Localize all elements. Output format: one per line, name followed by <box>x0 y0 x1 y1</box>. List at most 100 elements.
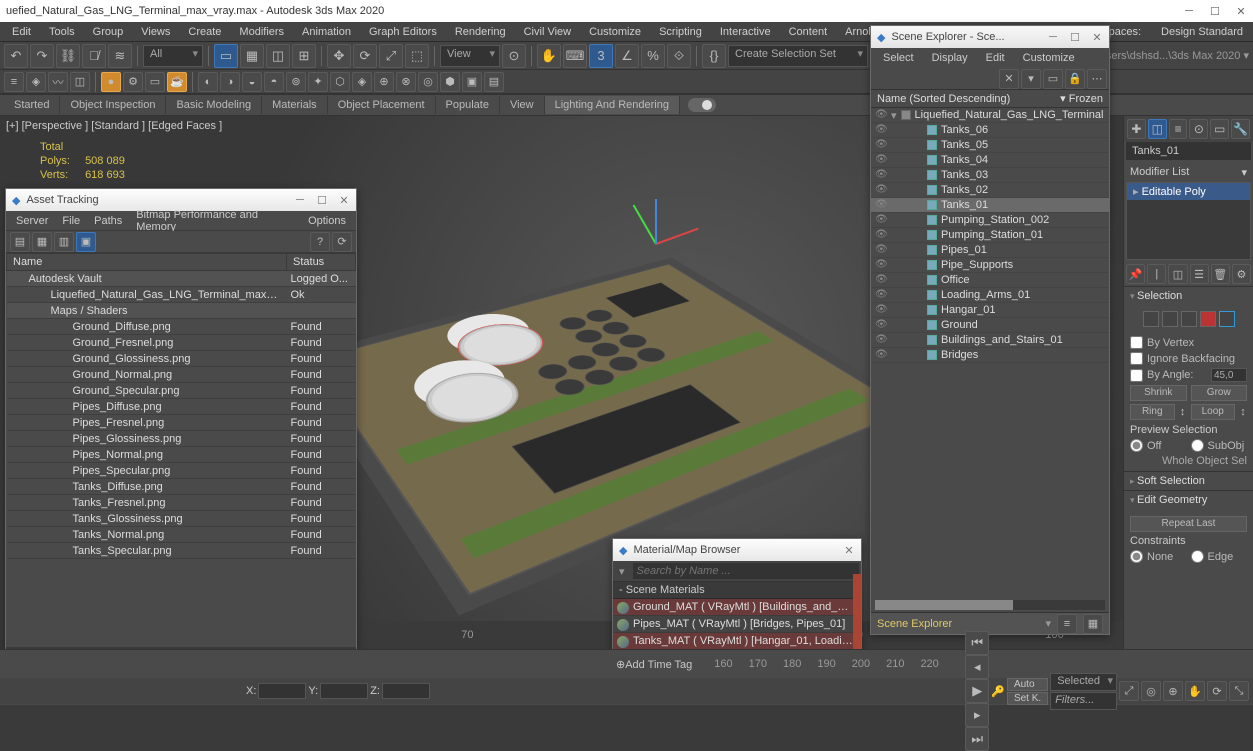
selection-filter-all[interactable]: All <box>143 45 203 67</box>
undo-button[interactable]: ↶ <box>4 44 28 68</box>
visibility-icon[interactable]: 👁 <box>875 349 887 361</box>
render-frame-button[interactable]: ▭ <box>145 72 165 92</box>
menu-content[interactable]: Content <box>781 24 836 40</box>
coord-y-field[interactable] <box>320 683 368 699</box>
scene-node[interactable]: 👁Tanks_02 <box>871 183 1109 198</box>
se-filter-lock-icon[interactable]: 🔒 <box>1065 69 1085 89</box>
tb-icon-c[interactable]: ◒ <box>242 72 262 92</box>
asset-table[interactable]: Name Status Autodesk VaultLogged O...Liq… <box>6 253 356 647</box>
rb-none[interactable] <box>1130 550 1143 563</box>
se-menu-select[interactable]: Select <box>875 50 922 66</box>
menu-create[interactable]: Create <box>180 24 229 40</box>
play-button[interactable]: ▶ <box>965 679 989 703</box>
workspace-dropdown[interactable]: Design Standard <box>1155 24 1249 40</box>
se-tree[interactable]: 👁 ▾ Liquefied_Natural_Gas_LNG_Terminal 👁… <box>871 108 1109 598</box>
auto-key-button[interactable]: Auto <box>1007 678 1048 691</box>
at-col-status[interactable]: Status <box>287 254 356 271</box>
pivot-button[interactable]: ⊙ <box>502 44 526 68</box>
transform-gizmo[interactable] <box>615 204 695 284</box>
scene-node[interactable]: 👁Pipe_Supports <box>871 258 1109 273</box>
rotate-button[interactable]: ⟳ <box>353 44 377 68</box>
at-menu-options[interactable]: Options <box>302 213 352 229</box>
se-menu-edit[interactable]: Edit <box>978 50 1013 66</box>
roll-soft-selection-head[interactable]: Soft Selection <box>1124 472 1253 490</box>
cp-tab-create-icon[interactable]: ✚ <box>1127 119 1146 139</box>
btn-ring[interactable]: Ring <box>1130 404 1175 420</box>
align-button[interactable]: ≡ <box>4 72 24 92</box>
cp-tab-modify-icon[interactable]: ◫ <box>1148 119 1167 139</box>
menu-interactive[interactable]: Interactive <box>712 24 779 40</box>
mb-close[interactable]: ✕ <box>843 544 855 557</box>
scene-node[interactable]: 👁Tanks_03 <box>871 168 1109 183</box>
visibility-icon[interactable]: 👁 <box>875 169 887 181</box>
at-col-name[interactable]: Name <box>7 254 287 271</box>
nav-btn-4[interactable]: ✋ <box>1185 681 1205 701</box>
edit-selection-set-button[interactable]: {} <box>702 44 726 68</box>
next-frame-button[interactable]: ▸ <box>965 703 989 727</box>
at-tb-refresh[interactable]: ⟳ <box>332 232 352 252</box>
scene-node[interactable]: 👁Tanks_05 <box>871 138 1109 153</box>
curve-editor-button[interactable]: 〰 <box>48 72 68 92</box>
tb-icon-j[interactable]: ⊗ <box>396 72 416 92</box>
cp-tab-motion-icon[interactable]: ⊙ <box>1189 119 1208 139</box>
asset-row[interactable]: Pipes_Specular.pngFound <box>7 463 356 479</box>
menu-grapheditors[interactable]: Graph Editors <box>361 24 445 40</box>
se-maximize[interactable]: ☐ <box>1069 31 1081 44</box>
se-filter-view[interactable]: ▭ <box>1043 69 1063 89</box>
nav-btn-2[interactable]: ◎ <box>1141 681 1161 701</box>
asset-row[interactable]: Tanks_Diffuse.pngFound <box>7 479 356 495</box>
refcoord-dropdown[interactable]: View <box>440 45 500 67</box>
menu-tools[interactable]: Tools <box>41 24 83 40</box>
cb-by-angle[interactable] <box>1130 369 1143 382</box>
tab-populate[interactable]: Populate <box>436 96 500 114</box>
btn-grow[interactable]: Grow <box>1191 385 1248 401</box>
cp-trash-icon[interactable]: 🗑 <box>1211 264 1230 284</box>
at-menu-paths[interactable]: Paths <box>88 213 128 229</box>
at-tb-help[interactable]: ? <box>310 232 330 252</box>
visibility-icon[interactable]: 👁 <box>875 289 887 301</box>
asset-row[interactable]: Ground_Glossiness.pngFound <box>7 351 356 367</box>
material-item[interactable]: Tanks_MAT ( VRayMtl ) [Hangar_01, Loadin… <box>613 633 861 650</box>
cp-stack-btn3[interactable]: ◫ <box>1168 264 1187 284</box>
maximize-button[interactable]: ☐ <box>1209 5 1221 18</box>
se-filter-x[interactable]: ✕ <box>999 69 1019 89</box>
se-menu-display[interactable]: Display <box>924 50 976 66</box>
tab-lighting-rendering[interactable]: Lighting And Rendering <box>545 96 680 114</box>
tb-icon-n[interactable]: ▤ <box>484 72 504 92</box>
schematic-button[interactable]: ◫ <box>70 72 90 92</box>
cp-modifier-list-dropdown[interactable]: Modifier List <box>1124 164 1253 180</box>
at-minimize[interactable]: ─ <box>294 194 306 207</box>
at-close[interactable]: ✕ <box>338 194 350 207</box>
asset-row[interactable]: Tanks_Normal.pngFound <box>7 527 356 543</box>
btn-loop[interactable]: Loop <box>1191 404 1236 420</box>
asset-row[interactable]: Autodesk VaultLogged O... <box>7 271 356 287</box>
by-angle-field[interactable] <box>1211 368 1247 382</box>
cp-stack-btn6[interactable]: ⚙ <box>1232 264 1251 284</box>
scene-node[interactable]: 👁Pumping_Station_002 <box>871 213 1109 228</box>
roll-edit-geometry-head[interactable]: Edit Geometry <box>1124 491 1253 509</box>
asset-row[interactable]: Tanks_Specular.pngFound <box>7 543 356 559</box>
material-editor-button[interactable]: ● <box>101 72 121 92</box>
placement-button[interactable]: ⬚ <box>405 44 429 68</box>
asset-row[interactable]: Pipes_Normal.pngFound <box>7 447 356 463</box>
se-menu-customize[interactable]: Customize <box>1015 50 1083 66</box>
select-name-button[interactable]: ▦ <box>240 44 264 68</box>
asset-row[interactable]: Ground_Fresnel.pngFound <box>7 335 356 351</box>
tb-icon-f[interactable]: ✦ <box>308 72 328 92</box>
tab-started[interactable]: Started <box>4 96 60 114</box>
btn-shrink[interactable]: Shrink <box>1130 385 1187 401</box>
cp-stack-btn2[interactable]: | <box>1147 264 1166 284</box>
tb-icon-k[interactable]: ◎ <box>418 72 438 92</box>
se-close[interactable]: ✕ <box>1091 31 1103 44</box>
coord-x-field[interactable] <box>258 683 306 699</box>
mb-group-scene[interactable]: - Scene Materials <box>613 582 861 599</box>
tab-object-inspection[interactable]: Object Inspection <box>60 96 166 114</box>
bind-button[interactable]: ≋ <box>108 44 132 68</box>
visibility-icon[interactable]: 👁 <box>875 214 887 226</box>
spinner-snap-button[interactable]: ⟐ <box>667 44 691 68</box>
tab-view[interactable]: View <box>500 96 545 114</box>
se-foot-btn2[interactable]: ▦ <box>1083 614 1103 634</box>
rb-off[interactable] <box>1130 439 1143 452</box>
rb-edge[interactable] <box>1191 550 1204 563</box>
se-minimize[interactable]: ─ <box>1047 31 1059 44</box>
